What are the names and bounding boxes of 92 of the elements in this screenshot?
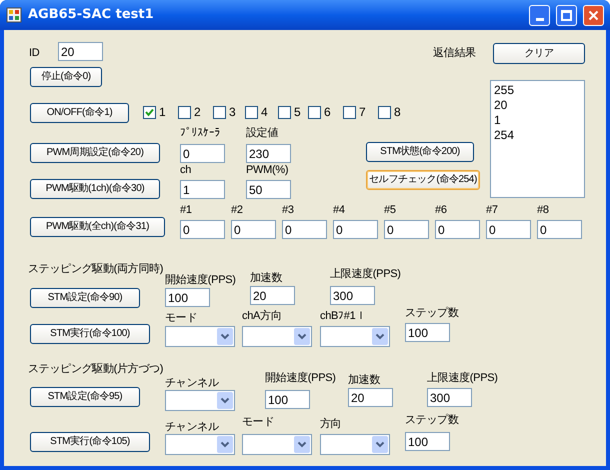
command-button[interactable]: STM設定(命令95) xyxy=(30,387,140,407)
dropdown[interactable] xyxy=(242,326,312,347)
input-field[interactable]: 20 xyxy=(58,42,103,61)
field-label: #7 xyxy=(486,203,498,217)
command-button[interactable]: セルフチェック(命令254) xyxy=(366,170,480,190)
chevron-down-icon xyxy=(217,328,233,345)
chevron-down-icon xyxy=(217,392,233,409)
field-label: モード xyxy=(165,311,198,325)
command-button[interactable]: STM設定(命令90) xyxy=(30,288,140,308)
dropdown[interactable] xyxy=(165,390,235,411)
list-item: 20 xyxy=(494,98,508,113)
input-field[interactable]: 230 xyxy=(246,144,291,163)
command-button[interactable]: STM実行(命令105) xyxy=(30,432,150,452)
command-button[interactable]: クリア xyxy=(493,43,585,64)
command-button[interactable]: PWM駆動(1ch)(命令30) xyxy=(30,179,160,199)
input-field[interactable]: 100 xyxy=(165,288,210,307)
chevron-down-icon xyxy=(294,436,310,453)
minimize-button[interactable] xyxy=(529,4,550,26)
dropdown[interactable] xyxy=(242,434,312,455)
input-field[interactable]: 20 xyxy=(250,286,295,305)
field-label: ステッピング駆動(片方づつ) xyxy=(28,362,164,376)
input-field[interactable]: 20 xyxy=(348,388,393,407)
minimize-icon xyxy=(536,18,544,20)
input-field[interactable]: 1 xyxy=(180,180,225,199)
command-button[interactable]: STM状態(命令200) xyxy=(366,142,474,162)
input-field[interactable]: 0 xyxy=(282,220,327,239)
field-label: ステップ数 xyxy=(405,306,459,320)
field-label: 加速数 xyxy=(250,271,282,285)
field-label: chBﾌ#1ｌ xyxy=(320,309,366,323)
input-field[interactable]: 0 xyxy=(180,144,225,163)
field-label: ステップ数 xyxy=(405,413,459,427)
field-label: #5 xyxy=(384,203,396,217)
field-label: chA方向 xyxy=(242,309,282,323)
field-label: 方向 xyxy=(320,417,342,431)
result-list[interactable]: 255 20 1 254 xyxy=(490,80,585,198)
field-label: #2 xyxy=(231,203,243,217)
input-field[interactable]: 0 xyxy=(435,220,480,239)
dropdown[interactable] xyxy=(165,434,235,455)
chevron-down-icon xyxy=(217,436,233,453)
command-button[interactable]: STM実行(命令100) xyxy=(30,324,150,344)
field-label: 開始速度(PPS) xyxy=(165,273,236,287)
field-label: 加速数 xyxy=(348,373,380,387)
input-field[interactable]: 100 xyxy=(265,390,310,409)
window-title: AGB65-SAC test1 xyxy=(28,6,155,24)
field-label: PWM(%) xyxy=(246,163,288,177)
dropdown[interactable] xyxy=(165,326,235,347)
field-label: #6 xyxy=(435,203,447,217)
input-field[interactable]: 300 xyxy=(427,388,472,407)
input-field[interactable]: 0 xyxy=(180,220,225,239)
input-field[interactable]: 0 xyxy=(537,220,582,239)
command-button[interactable]: PWM駆動(全ch)(命令31) xyxy=(30,217,165,237)
input-field[interactable]: 0 xyxy=(384,220,429,239)
chevron-down-icon xyxy=(294,328,310,345)
dropdown[interactable] xyxy=(320,434,390,455)
input-field[interactable]: 100 xyxy=(405,432,450,451)
field-label: 設定値 xyxy=(246,126,278,140)
dropdown[interactable] xyxy=(320,326,390,347)
field-label: 返信結果 xyxy=(433,46,476,60)
app-icon xyxy=(6,7,22,23)
chevron-down-icon xyxy=(372,436,388,453)
input-field[interactable]: 300 xyxy=(330,286,375,305)
field-label: 開始速度(PPS) xyxy=(265,371,336,385)
field-label: 上限速度(PPS) xyxy=(427,371,498,385)
field-label: ID xyxy=(29,46,40,60)
input-field[interactable]: 50 xyxy=(246,180,291,199)
field-label: #4 xyxy=(333,203,345,217)
field-label: #3 xyxy=(282,203,294,217)
command-button[interactable]: PWM周期設定(命令20) xyxy=(30,143,160,163)
field-label: ch xyxy=(180,163,192,177)
input-field[interactable]: 0 xyxy=(231,220,276,239)
field-label: ステッピング駆動(両方同時) xyxy=(28,262,164,276)
maximize-button[interactable] xyxy=(556,4,577,26)
close-button[interactable] xyxy=(583,4,604,26)
list-item: 255 xyxy=(494,83,514,98)
maximize-icon xyxy=(561,10,572,20)
check-icon xyxy=(145,108,154,116)
field-label: チャンネル xyxy=(165,376,219,390)
chevron-down-icon xyxy=(372,328,388,345)
input-field[interactable]: 100 xyxy=(405,323,450,342)
field-label: ﾌﾟﾘｽｹｰﾗ xyxy=(180,126,220,140)
field-label: 上限速度(PPS) xyxy=(330,267,401,281)
field-label: モード xyxy=(242,415,274,429)
input-field[interactable]: 0 xyxy=(333,220,378,239)
list-item: 1 xyxy=(494,113,501,128)
input-field[interactable]: 0 xyxy=(486,220,531,239)
close-icon xyxy=(588,10,599,20)
command-button[interactable]: 停止(命令0) xyxy=(30,67,102,87)
field-label: #1 xyxy=(180,203,192,217)
command-button[interactable]: ON/OFF(命令1) xyxy=(30,103,129,123)
field-label: チャンネル xyxy=(165,420,219,434)
field-label: #8 xyxy=(537,203,549,217)
list-item: 254 xyxy=(494,128,514,143)
